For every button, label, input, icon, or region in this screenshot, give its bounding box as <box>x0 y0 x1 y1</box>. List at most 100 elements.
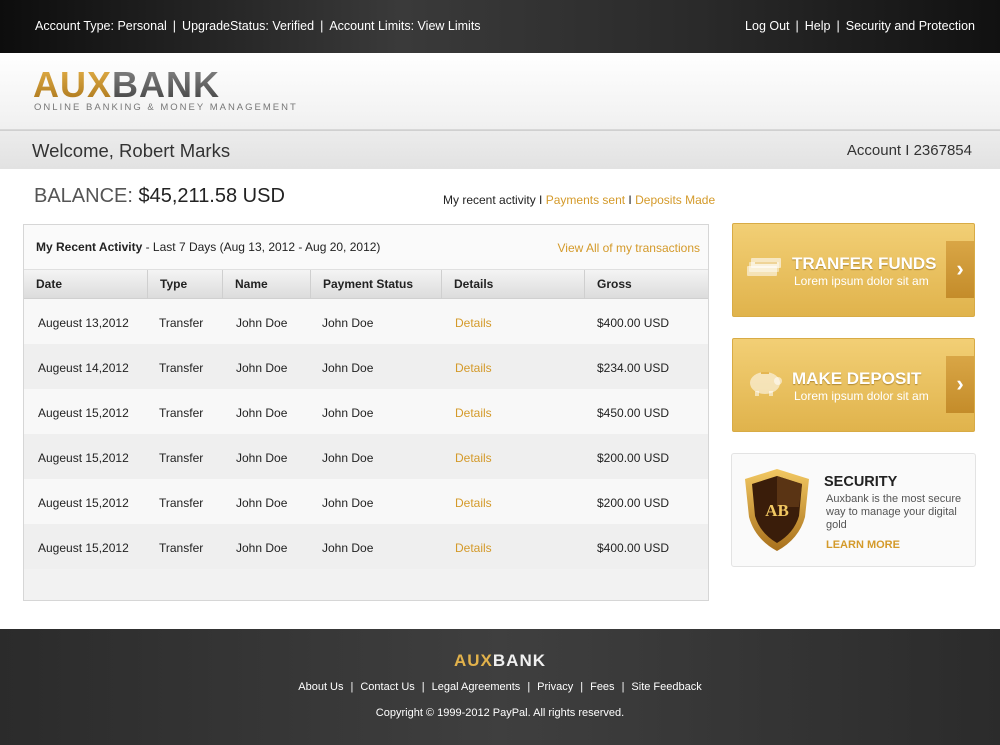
footer-link[interactable]: Fees <box>590 681 614 693</box>
cell-name: John Doe <box>236 361 288 375</box>
cell-gross: $400.00 USD <box>597 316 670 330</box>
footer-link[interactable]: Contact Us <box>360 681 414 693</box>
shield-icon: AB <box>743 467 811 558</box>
table-row: Augeust 15,2012 Transfer John Doe John Doe D… <box>24 524 708 569</box>
panel-title: My Recent Activity - Last 7 Days (Aug 13… <box>36 240 380 254</box>
cell-type: Transfer <box>159 541 204 555</box>
shield-badge-text: AB <box>765 501 789 520</box>
balance-label: BALANCE: <box>34 185 133 207</box>
logo-bank: BANK <box>112 64 221 105</box>
separator: | <box>580 681 584 693</box>
footer-link[interactable]: Site Feedback <box>631 681 701 693</box>
cell-gross: $234.00 USD <box>597 361 670 375</box>
activity-filter-links: My recent activity I Payments sent I Dep… <box>443 193 715 207</box>
money-stack-icon <box>745 256 783 283</box>
recent-activity-panel: My Recent Activity - Last 7 Days (Aug 13… <box>23 224 709 601</box>
details-link[interactable]: Details <box>455 496 492 510</box>
details-link[interactable]: Details <box>455 406 492 420</box>
panel-title-bold: My Recent Activity <box>36 240 143 254</box>
cell-gross: $200.00 USD <box>597 451 670 465</box>
column-header-type[interactable]: Type <box>148 270 223 299</box>
make-deposit-card[interactable]: MAKE DEPOSIT Lorem ipsum dolor sit am › <box>732 338 975 432</box>
column-header-payment-status[interactable]: Payment Status <box>311 270 442 299</box>
separator: | <box>836 19 840 33</box>
piggy-bank-icon <box>745 367 783 402</box>
details-link[interactable]: Details <box>455 316 492 330</box>
transactions-table-body: Augeust 13,2012 Transfer John Doe John Doe D… <box>24 299 708 569</box>
footer-link[interactable]: About Us <box>298 681 343 693</box>
upgrade-status: UpgradeStatus: Verified <box>182 19 315 33</box>
table-row: Augeust 15,2012 Transfer John Doe John Doe D… <box>24 389 708 434</box>
table-row: Augeust 14,2012 Transfer John Doe John Doe D… <box>24 344 708 389</box>
learn-more-link[interactable]: LEARN MORE <box>826 539 900 551</box>
cell-date: Augeust 14,2012 <box>38 361 129 375</box>
logo-aux: AUX <box>33 64 113 105</box>
cell-name: John Doe <box>236 541 288 555</box>
separator: | <box>172 19 177 33</box>
footer-logo[interactable]: AUXBANK <box>0 651 1000 671</box>
footer-logo-aux: AUX <box>453 651 493 670</box>
separator: | <box>320 19 324 33</box>
footer-links: About Us | Contact Us | Legal Agreements | Pri… <box>0 681 1000 693</box>
cell-payment-status: John Doe <box>322 361 374 375</box>
logout-link[interactable]: Log Out <box>745 19 789 33</box>
separator: | <box>795 19 799 33</box>
cell-gross: $200.00 USD <box>597 496 670 510</box>
account-info: Account Type: Personal | UpgradeStatus: Ve… <box>35 19 481 33</box>
cell-date: Augeust 15,2012 <box>38 451 129 465</box>
details-link[interactable]: Details <box>455 541 492 555</box>
header: AUXBANK ONLINE BANKING & MONEY MANAGEMEN… <box>0 53 1000 130</box>
separator: I <box>535 193 546 207</box>
table-row: Augeust 15,2012 Transfer John Doe John Doe D… <box>24 479 708 524</box>
column-header-gross[interactable]: Gross <box>585 270 708 299</box>
cell-gross: $450.00 USD <box>597 406 670 420</box>
cell-payment-status: John Doe <box>322 496 374 510</box>
help-link[interactable]: Help <box>805 19 831 33</box>
table-header: Date Type Name Payment Status Details Gr… <box>24 269 708 299</box>
footer-link[interactable]: Privacy <box>537 681 573 693</box>
column-header-details[interactable]: Details <box>442 270 585 299</box>
payments-sent-link[interactable]: Payments sent <box>546 193 625 207</box>
make-deposit-subtitle: Lorem ipsum dolor sit am <box>794 389 929 403</box>
details-link[interactable]: Details <box>455 361 492 375</box>
cell-type: Transfer <box>159 361 204 375</box>
transfer-funds-subtitle: Lorem ipsum dolor sit am <box>794 274 929 288</box>
deposits-made-link[interactable]: Deposits Made <box>635 193 715 207</box>
cell-payment-status: John Doe <box>322 451 374 465</box>
security-box: AB SECURITY Auxbank is the most secure w… <box>731 453 976 567</box>
details-link[interactable]: Details <box>455 451 492 465</box>
transfer-funds-card[interactable]: TRANFER FUNDS Lorem ipsum dolor sit am › <box>732 223 975 317</box>
separator: | <box>527 681 531 693</box>
column-header-name[interactable]: Name <box>223 270 311 299</box>
top-bar: Account Type: Personal | UpgradeStatus: Ve… <box>0 0 1000 53</box>
cell-type: Transfer <box>159 316 204 330</box>
separator: | <box>421 681 425 693</box>
recent-activity-link[interactable]: My recent activity <box>443 193 536 207</box>
cell-name: John Doe <box>236 316 288 330</box>
table-row: Augeust 15,2012 Transfer John Doe John Doe D… <box>24 434 708 479</box>
tagline: ONLINE BANKING & MONEY MANAGEMENT <box>34 102 298 113</box>
footer-logo-bank: BANK <box>492 651 546 670</box>
column-header-date[interactable]: Date <box>24 270 148 299</box>
chevron-right-icon[interactable]: › <box>946 356 974 413</box>
cell-type: Transfer <box>159 451 204 465</box>
balance-value: $45,211.58 USD <box>138 185 285 207</box>
auxbank-logo[interactable]: AUXBANK <box>33 67 220 103</box>
cell-gross: $400.00 USD <box>597 541 670 555</box>
security-link[interactable]: Security and Protection <box>846 19 975 33</box>
panel-header: My Recent Activity - Last 7 Days (Aug 13… <box>24 225 708 269</box>
security-title: SECURITY <box>824 474 898 490</box>
separator: I <box>625 193 636 207</box>
view-limits-link[interactable]: Account Limits: View Limits <box>329 19 480 33</box>
footer-link[interactable]: Legal Agreements <box>432 681 521 693</box>
welcome-greeting: Welcome, Robert Marks <box>32 140 231 161</box>
footer: AUXBANK About Us | Contact Us | Legal Agreem… <box>0 629 1000 745</box>
chevron-right-icon[interactable]: › <box>946 241 974 298</box>
top-nav: Log Out | Help | Security and Protection <box>745 19 975 33</box>
copyright: Copyright © 1999-2012 PayPal. All rights… <box>375 707 625 719</box>
balance: BALANCE: $45,211.58 USD <box>34 185 285 208</box>
view-all-transactions-link[interactable]: View All of my transactions <box>557 241 700 255</box>
account-number: Account I 2367854 <box>846 142 972 159</box>
cell-name: John Doe <box>236 451 288 465</box>
panel-title-range: - Last 7 Days (Aug 13, 2012 - Aug 20, 20… <box>142 240 381 254</box>
